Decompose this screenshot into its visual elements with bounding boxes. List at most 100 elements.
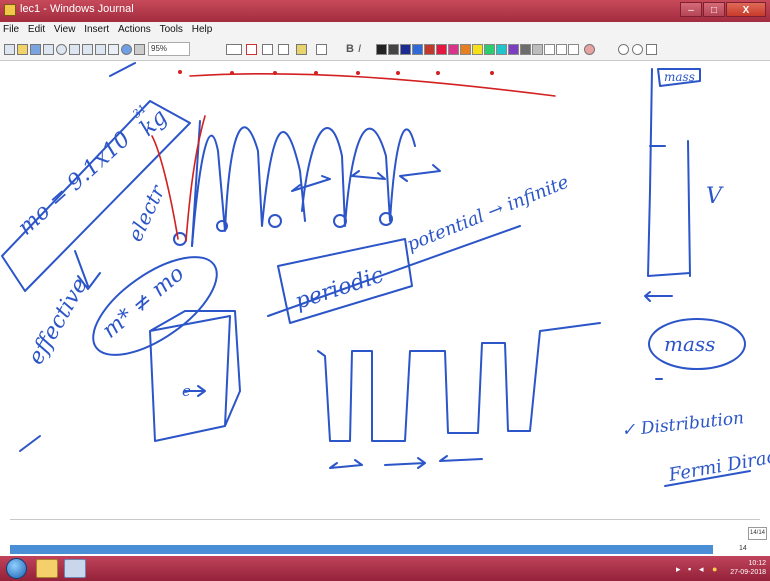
color-swatch[interactable] (412, 44, 423, 55)
pointer-icon[interactable] (316, 44, 327, 55)
open-folder-icon[interactable] (17, 44, 28, 55)
ion-circle (173, 232, 187, 246)
color-swatch[interactable] (460, 44, 471, 55)
color-swatch[interactable] (556, 44, 567, 55)
clock-date: 27-09-2018 (730, 569, 766, 576)
flag-icon[interactable]: ▸ (676, 564, 681, 575)
fermi-dirac-text: Fermi Dirac (666, 446, 770, 486)
menu-view[interactable]: View (51, 22, 79, 35)
menu-file[interactable]: File (0, 22, 22, 35)
menu-actions[interactable]: Actions (115, 22, 154, 35)
pen-color-icon[interactable] (584, 44, 595, 55)
paste-icon[interactable] (95, 44, 106, 55)
wave-arrow (329, 459, 363, 469)
zoom-icon[interactable] (134, 44, 145, 55)
network-icon[interactable]: ▪ (688, 564, 691, 574)
mass-top-text: mass (664, 70, 695, 84)
volume-icon[interactable]: ◂ (699, 564, 704, 575)
zoom-in-icon[interactable] (618, 44, 629, 55)
page-number: 14 (739, 545, 747, 552)
lasso-icon[interactable] (296, 44, 307, 55)
menu-insert[interactable]: Insert (81, 22, 112, 35)
square-wave (317, 322, 601, 442)
app-tray-icon[interactable]: ● (712, 564, 717, 574)
red-dot (356, 71, 360, 75)
color-swatch[interactable] (496, 44, 507, 55)
save-icon[interactable] (30, 44, 41, 55)
mass-text: mass (664, 332, 715, 356)
color-swatch[interactable] (400, 44, 411, 55)
electron-text: electr (123, 180, 170, 245)
red-dot (436, 71, 440, 75)
color-swatch[interactable] (508, 44, 519, 55)
color-swatch[interactable] (520, 44, 531, 55)
effective-text: effective (24, 274, 93, 369)
e-label: e (182, 382, 191, 400)
red-dot (314, 71, 318, 75)
right-well-left (647, 68, 691, 277)
potential-wells (191, 126, 306, 247)
color-swatch[interactable] (568, 44, 579, 55)
color-swatch[interactable] (388, 44, 399, 55)
journal-taskbar-icon[interactable] (64, 559, 86, 578)
red-arc (189, 72, 556, 97)
red-dot (273, 71, 277, 75)
toolbar: 95% B I (0, 39, 770, 61)
undo-icon[interactable] (121, 44, 132, 55)
color-swatch[interactable] (448, 44, 459, 55)
v-label: V (706, 184, 724, 209)
minimize-button[interactable]: – (680, 2, 702, 17)
bold-button[interactable]: B (346, 43, 354, 56)
cube (149, 310, 241, 442)
copy-icon[interactable] (82, 44, 93, 55)
color-swatch[interactable] (532, 44, 543, 55)
highlighter-icon[interactable] (246, 44, 257, 55)
find-icon[interactable] (56, 44, 67, 55)
new-note-icon[interactable] (4, 44, 15, 55)
m0-text: mo = 9.1x10 (13, 127, 135, 241)
right-well-right (687, 140, 691, 277)
print-icon[interactable] (43, 44, 54, 55)
page-counter: 14/14 (748, 527, 767, 540)
title-bar: lec1 - Windows Journal – □ X (0, 0, 770, 22)
periodic-text: periodic (292, 263, 387, 315)
color-swatch[interactable] (544, 44, 555, 55)
close-button[interactable]: X (726, 2, 766, 17)
start-button-icon[interactable] (6, 558, 27, 579)
pen-tool-icon[interactable] (226, 44, 242, 55)
distribution-text: ✓ Distribution (620, 408, 745, 441)
hand-tool-icon[interactable] (646, 44, 657, 55)
menu-edit[interactable]: Edit (25, 22, 48, 35)
color-swatch[interactable] (424, 44, 435, 55)
window-controls: – □ X (680, 2, 766, 18)
ink-stroke-top (109, 62, 136, 77)
journal-app-icon (4, 4, 16, 16)
menu-tools[interactable]: Tools (157, 22, 186, 35)
color-swatch[interactable] (472, 44, 483, 55)
zoom-out-icon[interactable] (632, 44, 643, 55)
color-swatch[interactable] (436, 44, 447, 55)
file-explorer-icon[interactable] (36, 559, 58, 578)
page-scroll-bar[interactable] (10, 545, 713, 554)
italic-button[interactable]: I (358, 43, 361, 56)
menu-help[interactable]: Help (189, 22, 216, 35)
wave-arrow (439, 455, 483, 462)
cut-icon[interactable] (69, 44, 80, 55)
taskbar: ▸ ▪ ◂ ● 10:12 27-09-2018 (0, 556, 770, 581)
color-swatch[interactable] (376, 44, 387, 55)
zoom-select[interactable]: 95% (148, 42, 190, 56)
selection-tool-icon[interactable] (278, 44, 289, 55)
insert-space-icon[interactable] (108, 44, 119, 55)
menu-bar: File Edit View Insert Actions Tools Help (0, 22, 770, 39)
window-title: lec1 - Windows Journal (20, 3, 134, 15)
clock-time: 10:12 (748, 560, 766, 567)
ion-circle (268, 214, 282, 228)
spacing-arrow (399, 164, 441, 182)
clock[interactable]: 10:12 27-09-2018 (730, 559, 766, 577)
eraser-icon[interactable] (262, 44, 273, 55)
color-swatch[interactable] (484, 44, 495, 55)
note-canvas[interactable]: mo = 9.1x10 -31 kg effective electr m* ≠… (0, 61, 770, 541)
maximize-button[interactable]: □ (703, 2, 725, 17)
ink-stroke-left (19, 435, 41, 452)
ink-layer: mo = 9.1x10 -31 kg effective electr m* ≠… (1, 62, 770, 487)
